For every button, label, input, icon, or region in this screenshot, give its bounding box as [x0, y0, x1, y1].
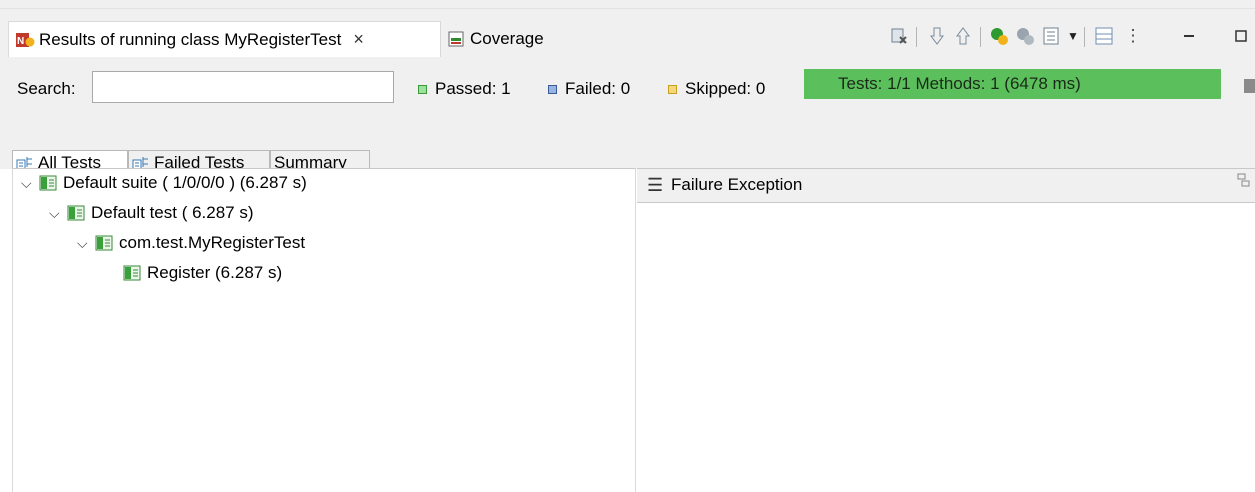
tree-node-suite[interactable]: ⌵ Default suite ( 1/0/0/0 ) (6.287 s): [21, 170, 307, 196]
rerun-failed-icon[interactable]: [1014, 25, 1036, 47]
failure-exception-title: Failure Exception: [671, 175, 803, 194]
passed-label: Passed: 1: [435, 79, 511, 98]
view-tab-bar: N Results of running class MyRegisterTes…: [0, 9, 1255, 65]
passed-icon: [418, 84, 427, 94]
dropdown-icon[interactable]: ▼: [1062, 25, 1084, 47]
progress-text: Tests: 1/1 Methods: 1 (6478 ms): [838, 74, 1081, 93]
tree-node-method[interactable]: Register (6.287 s): [123, 260, 282, 286]
restore-icon[interactable]: [1237, 173, 1251, 191]
passed-count: Passed: 1: [418, 79, 511, 99]
failed-icon: [548, 84, 557, 94]
rerun-icon[interactable]: [988, 25, 1010, 47]
test-passed-icon: [39, 175, 57, 191]
test-tree: ⌵ Default suite ( 1/0/0/0 ) (6.287 s) ⌵ …: [12, 168, 636, 492]
history-icon[interactable]: [1040, 25, 1062, 47]
failed-count: Failed: 0: [548, 79, 630, 99]
toolbar-separator: [1084, 27, 1085, 47]
search-row: Search: Passed: 1 Failed: 0 Skipped: 0 T…: [0, 65, 1255, 137]
tab-coverage-label: Coverage: [470, 29, 544, 48]
coverage-icon: [448, 31, 464, 47]
tree-node-label: Default suite ( 1/0/0/0 ) (6.287 s): [63, 173, 307, 192]
test-passed-icon: [123, 265, 141, 281]
maximize-icon[interactable]: [1230, 25, 1252, 47]
toolbar-overflow-icon[interactable]: [1244, 79, 1255, 93]
chevron-down-icon[interactable]: ⌵: [49, 205, 67, 222]
layout-icon[interactable]: [1093, 25, 1115, 47]
failure-exception-header: ☰ Failure Exception: [637, 168, 1255, 203]
skipped-label: Skipped: 0: [685, 79, 766, 98]
tab-results-label: Results of running class MyRegisterTest: [39, 29, 342, 49]
skipped-count: Skipped: 0: [668, 79, 765, 99]
previous-failure-icon[interactable]: [952, 25, 974, 47]
tab-results[interactable]: N Results of running class MyRegisterTes…: [8, 21, 441, 57]
progress-bar: Tests: 1/1 Methods: 1 (6478 ms): [804, 69, 1221, 99]
tab-coverage[interactable]: Coverage: [446, 21, 544, 57]
failed-label: Failed: 0: [565, 79, 631, 98]
minimize-icon[interactable]: [1178, 25, 1200, 47]
window-top-strip: [0, 0, 1255, 9]
tree-node-test[interactable]: ⌵ Default test ( 6.287 s): [49, 200, 254, 226]
tree-node-label: com.test.MyRegisterTest: [119, 233, 306, 252]
tree-node-label: Default test ( 6.287 s): [91, 203, 254, 222]
view-menu-icon[interactable]: ⋮: [1122, 25, 1144, 47]
toolbar-separator: [916, 27, 917, 47]
chevron-down-icon[interactable]: ⌵: [77, 235, 95, 252]
failure-exception-content: [637, 203, 1255, 492]
test-passed-icon: [67, 205, 85, 221]
testng-icon: N: [16, 32, 35, 47]
chevron-down-icon[interactable]: ⌵: [21, 175, 39, 192]
toolbar-separator: [980, 27, 981, 47]
next-failure-icon[interactable]: [926, 25, 948, 47]
tree-node-label: Register (6.287 s): [147, 263, 283, 282]
svg-text:N: N: [17, 36, 24, 47]
hamburger-icon: ☰: [647, 175, 664, 195]
skipped-icon: [668, 84, 677, 94]
tree-node-class[interactable]: ⌵ com.test.MyRegisterTest: [77, 230, 305, 256]
test-passed-icon: [95, 235, 113, 251]
close-icon[interactable]: ×: [353, 29, 364, 50]
search-label: Search:: [17, 79, 76, 98]
inner-tab-bar: All Tests Failed Tests Summary: [0, 137, 1255, 174]
search-input[interactable]: [92, 71, 394, 103]
clear-icon[interactable]: [888, 25, 910, 47]
